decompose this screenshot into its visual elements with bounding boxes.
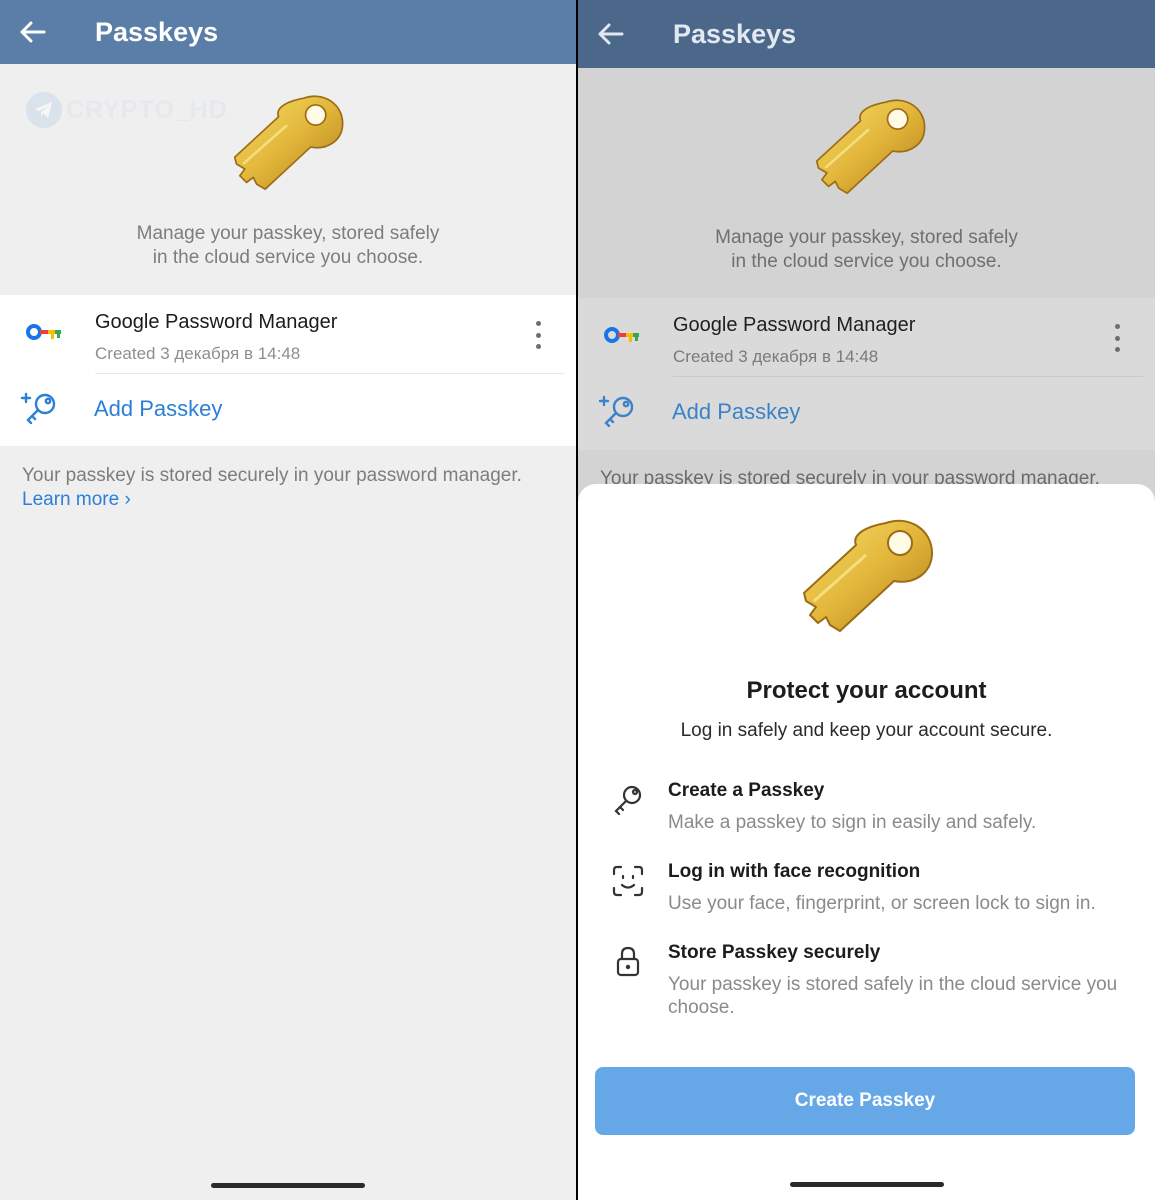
telegram-icon (26, 92, 62, 128)
passkey-created: Created 3 декабря в 14:48 (95, 344, 301, 363)
bottom-sheet: Protect your account Log in safely and k… (578, 484, 1155, 1200)
arrow-left-icon (20, 21, 46, 43)
page-title: Passkeys (95, 16, 219, 47)
back-button[interactable] (581, 14, 641, 54)
key-illustration-icon (228, 86, 346, 198)
add-passkey-button[interactable]: Add Passkey (0, 374, 576, 446)
watermark-text: CRYPTO_HD (66, 95, 228, 124)
lock-icon (616, 946, 640, 977)
passkey-item-google[interactable]: Google Password Manager Created 3 декабр… (578, 298, 1155, 377)
add-passkey-label: Add Passkey (672, 399, 801, 424)
feature-title: Store Passkey securely (668, 942, 881, 963)
app-bar: Passkeys (0, 0, 576, 64)
passkey-list: Google Password Manager Created 3 декабр… (0, 295, 576, 446)
page-title: Passkeys (673, 18, 797, 49)
key-illustration-icon (810, 90, 928, 202)
watermark: CRYPTO_HD (26, 92, 228, 128)
key-outline-icon (614, 785, 642, 816)
footer-note: Your passkey is stored securely in your … (22, 464, 556, 512)
more-options-button[interactable] (1105, 324, 1129, 352)
passkey-name: Google Password Manager (673, 314, 916, 336)
passkeys-screen-with-sheet: Passkeys Manage your passkey, stored saf… (578, 0, 1155, 1200)
feature-desc: Your passkey is stored safely in the clo… (668, 974, 1118, 1018)
add-key-icon (20, 392, 56, 424)
google-password-manager-icon (26, 324, 61, 340)
feature-title: Log in with face recognition (668, 861, 921, 882)
feature-title: Create a Passkey (668, 780, 825, 801)
passkey-created: Created 3 декабря в 14:48 (673, 347, 879, 366)
add-passkey-label: Add Passkey (94, 396, 223, 421)
passkey-list: Google Password Manager Created 3 декабр… (578, 298, 1155, 450)
add-passkey-button[interactable]: Add Passkey (578, 377, 1155, 449)
key-illustration-icon (796, 508, 936, 642)
sheet-subtitle: Log in safely and keep your account secu… (680, 720, 1053, 741)
passkey-name: Google Password Manager (95, 311, 338, 333)
intro-text: Manage your passkey, stored safely in th… (715, 227, 1018, 272)
home-indicator (211, 1183, 365, 1188)
google-password-manager-icon (604, 327, 639, 343)
more-options-button[interactable] (526, 321, 550, 349)
sheet-title: Protect your account (746, 677, 987, 704)
chevron-right-icon: › (124, 489, 131, 510)
passkeys-screen: Passkeys CRYPTO_HD Manage your passkey, … (0, 0, 576, 1200)
passkey-item-google[interactable]: Google Password Manager Created 3 декабр… (0, 295, 576, 374)
feature-desc: Make a passkey to sign in easily and saf… (668, 812, 1037, 833)
back-button[interactable] (3, 12, 63, 52)
create-passkey-button[interactable]: Create Passkey (595, 1067, 1135, 1135)
app-bar: Passkeys (578, 0, 1155, 68)
arrow-left-icon (598, 23, 624, 45)
intro-text: Manage your passkey, stored safely in th… (136, 223, 440, 268)
home-indicator (789, 1182, 944, 1187)
face-scan-icon (612, 865, 644, 897)
learn-more-link[interactable]: Learn more › (22, 488, 556, 512)
feature-desc: Use your face, fingerprint, or screen lo… (668, 893, 1096, 914)
add-key-icon (598, 395, 634, 427)
